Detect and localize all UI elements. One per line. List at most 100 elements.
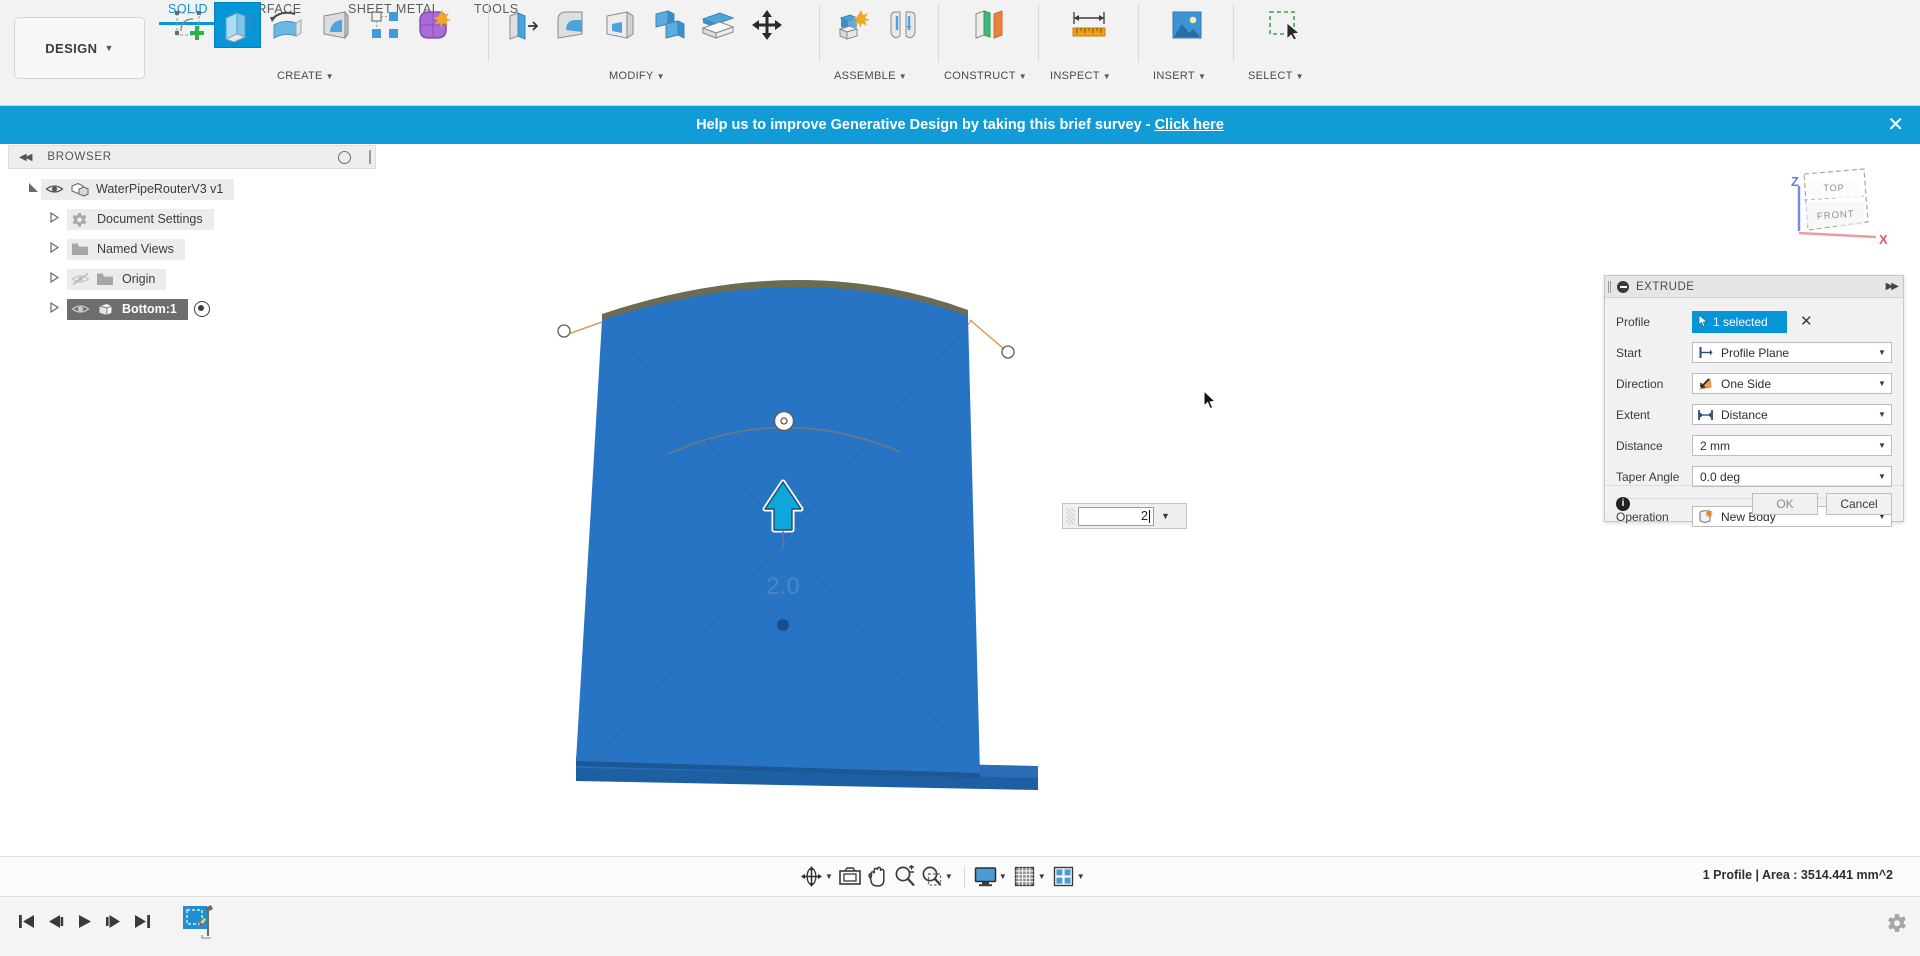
chevron-down-icon[interactable]: ▼: [1873, 343, 1891, 362]
new-component-icon[interactable]: [830, 2, 877, 48]
survey-banner: Help us to improve Generative Design by …: [0, 106, 1920, 144]
tree-item-origin[interactable]: Origin: [0, 264, 380, 294]
chevron-down-icon: ▼: [1197, 72, 1207, 81]
chevron-down-icon[interactable]: ▼: [1038, 872, 1046, 881]
taper-angle-input[interactable]: 0.0 deg ▼: [1692, 466, 1892, 487]
step-back-icon[interactable]: [41, 907, 70, 935]
start-value: Profile Plane: [1721, 345, 1790, 360]
direction-dropdown[interactable]: One Side ▼: [1692, 373, 1892, 394]
browser-tree: WaterPipeRouterV3 v1 Document Settings N…: [0, 174, 380, 324]
ok-button[interactable]: OK: [1752, 492, 1818, 515]
form-icon[interactable]: [410, 2, 457, 48]
joint-icon[interactable]: [879, 2, 926, 48]
extrude-distance-inline-input[interactable]: 2 ▼: [1062, 503, 1187, 529]
extrude-dialog[interactable]: EXTRUDE ▶▶ Profile 1 selected ✕ Start Pr…: [1604, 275, 1904, 527]
expand-arrow-icon[interactable]: [46, 211, 62, 226]
construct-plane-icon[interactable]: [965, 2, 1012, 48]
chevron-down-icon[interactable]: ▼: [1077, 872, 1085, 881]
move-copy-icon[interactable]: [743, 2, 790, 48]
chevron-down-icon[interactable]: ▼: [999, 872, 1007, 881]
toolgroup-insert: INSERT ▼: [1139, 0, 1234, 82]
chevron-down-icon[interactable]: ▼: [1873, 436, 1891, 455]
distance-input[interactable]: 2 mm ▼: [1692, 435, 1892, 456]
select-window-icon[interactable]: [1260, 2, 1307, 48]
shell-icon[interactable]: [596, 2, 643, 48]
toolgroup-construct: CONSTRUCT ▼: [939, 0, 1039, 82]
chevron-down-icon[interactable]: ▼: [825, 872, 833, 881]
press-pull-icon[interactable]: [498, 2, 545, 48]
expand-right-icon[interactable]: ▶▶: [1886, 281, 1899, 292]
sweep-icon[interactable]: [312, 2, 359, 48]
orbit-icon[interactable]: [798, 862, 825, 892]
tree-item-root[interactable]: WaterPipeRouterV3 v1: [0, 174, 380, 204]
extrude-dialog-footer: i OK Cancel: [1605, 485, 1903, 521]
grid-snap-icon[interactable]: [1011, 862, 1038, 892]
expand-arrow-icon[interactable]: [46, 301, 62, 316]
step-forward-icon[interactable]: [99, 907, 128, 935]
chevron-down-icon[interactable]: ▼: [1873, 374, 1891, 393]
extrude-dialog-titlebar[interactable]: EXTRUDE ▶▶: [1605, 276, 1903, 298]
zoom-icon[interactable]: [891, 862, 918, 892]
browser-resize-grip[interactable]: [369, 150, 371, 164]
tree-item-named-views[interactable]: Named Views: [0, 234, 380, 264]
timeline-settings-gear-icon[interactable]: [1886, 913, 1908, 935]
expand-arrow-icon[interactable]: [25, 182, 41, 196]
combine-icon[interactable]: [645, 2, 692, 48]
collapse-left-icon[interactable]: ◀◀: [19, 152, 32, 163]
extent-dropdown[interactable]: Distance ▼: [1692, 404, 1892, 425]
chevron-down-icon[interactable]: ▼: [1873, 467, 1891, 486]
start-dropdown[interactable]: Profile Plane ▼: [1692, 342, 1892, 363]
fillet-icon[interactable]: [547, 2, 594, 48]
measure-icon[interactable]: [1065, 2, 1112, 48]
chevron-down-icon[interactable]: ▼: [945, 872, 953, 881]
viewports-icon[interactable]: [1050, 862, 1077, 892]
toolgroup-insert-label[interactable]: INSERT ▼: [1153, 70, 1206, 82]
create-sketch-icon[interactable]: [165, 2, 212, 48]
insert-image-icon[interactable]: [1163, 2, 1210, 48]
toolgroup-inspect-label[interactable]: INSPECT ▼: [1050, 70, 1111, 82]
chevron-down-icon[interactable]: ▼: [1161, 511, 1170, 521]
extrude-icon[interactable]: [214, 2, 261, 48]
chevron-down-icon: ▼: [1018, 72, 1027, 81]
zoom-window-icon[interactable]: [918, 862, 945, 892]
go-to-end-icon[interactable]: [128, 907, 157, 935]
revolve-icon[interactable]: [263, 2, 310, 48]
rectangular-pattern-icon[interactable]: [361, 2, 408, 48]
timeline-bar: [0, 896, 1920, 956]
visibility-eye-icon[interactable]: [45, 182, 64, 196]
visibility-hidden-eye-icon[interactable]: [71, 272, 90, 286]
browser-minimize-icon[interactable]: [338, 150, 351, 164]
input-drag-grip[interactable]: [1066, 507, 1075, 525]
cancel-button[interactable]: Cancel: [1826, 492, 1892, 515]
tree-item-bottom-1[interactable]: Bottom:1: [0, 294, 380, 324]
collapse-icon[interactable]: [1617, 280, 1629, 293]
distance-value-field[interactable]: 2: [1078, 506, 1154, 526]
text-cursor: [1149, 509, 1150, 523]
toolgroup-assemble-label[interactable]: ASSEMBLE ▼: [834, 70, 907, 82]
timeline-feature-sketch[interactable]: [180, 904, 218, 940]
chevron-down-icon[interactable]: ▼: [1873, 405, 1891, 424]
look-at-icon[interactable]: [837, 862, 864, 892]
workspace-switcher-button[interactable]: DESIGN ▼: [14, 17, 145, 79]
toolgroup-select-label[interactable]: SELECT ▼: [1248, 70, 1304, 82]
dialog-drag-grip[interactable]: [1608, 280, 1611, 293]
close-icon[interactable]: ✕: [1887, 115, 1904, 135]
visibility-eye-icon[interactable]: [71, 302, 90, 316]
profile-select-button[interactable]: 1 selected: [1692, 310, 1787, 333]
split-face-icon[interactable]: [694, 2, 741, 48]
expand-arrow-icon[interactable]: [46, 241, 62, 256]
toolgroup-construct-label[interactable]: CONSTRUCT ▼: [944, 70, 1027, 82]
display-settings-icon[interactable]: [972, 862, 999, 892]
go-to-beginning-icon[interactable]: [12, 907, 41, 935]
toolgroup-modify-label[interactable]: MODIFY ▼: [609, 70, 665, 82]
expand-arrow-icon[interactable]: [46, 271, 62, 286]
toolgroup-create-label[interactable]: CREATE ▼: [277, 70, 334, 82]
light-bulb-icon[interactable]: [193, 301, 210, 317]
navigation-bar: ▼ ▼ ▼ ▼ ▼ 1 Profile | Area: 3514.441 mm…: [0, 856, 1920, 896]
survey-banner-link[interactable]: Click here: [1155, 117, 1224, 133]
pan-icon[interactable]: [864, 862, 891, 892]
play-icon[interactable]: [70, 907, 99, 935]
clear-selection-icon[interactable]: ✕: [1800, 314, 1813, 329]
tree-item-document-settings[interactable]: Document Settings: [0, 204, 380, 234]
info-icon[interactable]: i: [1616, 496, 1630, 511]
